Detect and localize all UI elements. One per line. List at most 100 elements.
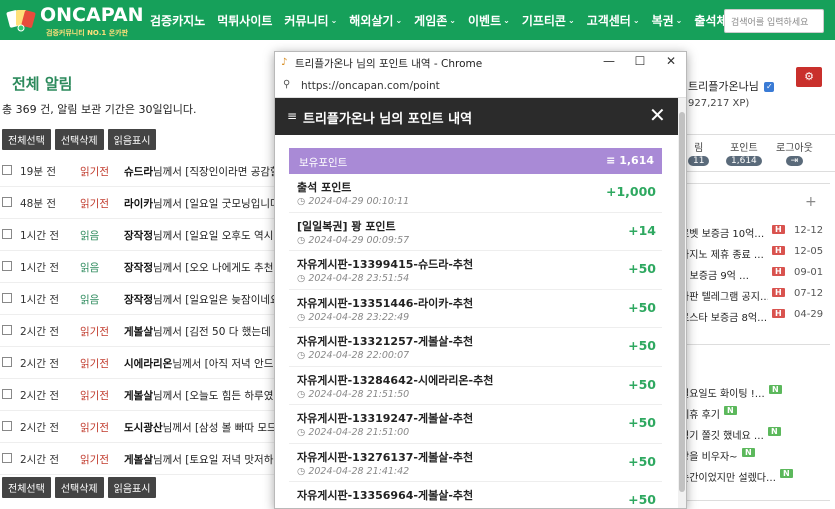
sidebar-notice-item[interactable]: 로스타 보증금 8억… H 04-29 <box>680 306 830 327</box>
divider <box>680 500 830 501</box>
sidebar-notice-item[interactable]: 카지노 제휴 종료 … H 12-05 <box>680 243 830 264</box>
clock-icon: ◷ <box>297 311 306 323</box>
row-message[interactable]: 게볼살님께서 [토요일 저녁 맛저하 <box>124 452 279 467</box>
mark-read-button[interactable]: 읽음표시 <box>107 129 157 150</box>
delete-selected-button[interactable]: 선택삭제 <box>54 129 104 150</box>
row-checkbox[interactable] <box>2 197 12 207</box>
search-input[interactable]: 검색어를 입력하세요 <box>724 9 824 33</box>
close-window-button[interactable]: ✕ <box>661 54 681 68</box>
url-bar[interactable]: ⚲ https://oncapan.com/point <box>275 74 686 98</box>
row-checkbox[interactable] <box>2 421 12 431</box>
sidebar-notice-item[interactable]: 카판 텔레그램 공지… H 07-12 <box>680 285 830 306</box>
stat-memo[interactable]: 림 11 <box>688 139 710 166</box>
sidebar-post-list: 일요일도 화이팅 !… N 제휴 후기 N 경기 쫄깃 했네요 … N 상을 비우자~ N 순간… <box>680 382 830 487</box>
sidebar-post-item[interactable]: 일요일도 화이팅 !… N <box>680 382 830 403</box>
clock-icon: ◷ <box>297 196 306 207</box>
row-author: 장작정 <box>124 262 153 274</box>
sidebar-notice-item[interactable]: 6 보증금 9억 … H 09-01 <box>680 264 830 285</box>
row-checkbox[interactable] <box>2 165 12 175</box>
item-title: 6 보증금 9억 … <box>680 271 750 282</box>
row-message[interactable]: 시에라리온님께서 [아직 저녁 안드 <box>124 356 279 371</box>
row-message[interactable]: 게볼살님께서 [김전 50 다 했는데 고 <box>124 324 279 339</box>
sidebar-post-item[interactable]: 제휴 후기 N <box>680 403 830 424</box>
row-time: 48분 전 <box>20 198 57 210</box>
site-favicon-icon: ♪ <box>281 57 288 68</box>
nav-item[interactable]: 커뮤니티 ⌄ <box>284 12 337 29</box>
chevron-down-icon: ⌄ <box>503 15 510 25</box>
row-message[interactable]: 도시광산님께서 [삼성 볼 빠따 모드 <box>124 420 279 435</box>
sidebar-post-item[interactable]: 경기 쫄깃 했네요 … N <box>680 424 830 445</box>
url-text[interactable]: https://oncapan.com/point <box>301 80 440 92</box>
row-message[interactable]: 게볼살님께서 [오늘도 힘든 하루였 <box>124 388 279 403</box>
point-item-datetime: 2024-04-28 21:51:50 <box>308 388 410 400</box>
chevron-down-icon: ⌄ <box>395 15 403 25</box>
point-item-name: 자유게시판-13321257-게볼살-추천 <box>297 335 474 348</box>
site-info-icon[interactable]: ⚲ <box>283 79 290 90</box>
row-message[interactable]: 장작정님께서 [오오 나에게도 추천 <box>124 260 279 275</box>
window-titlebar: ♪ 트리플가온나 님의 포인트 내역 - Chrome — ☐ ✕ <box>275 52 686 74</box>
settings-gear-button[interactable]: ⚙ <box>796 67 822 87</box>
row-time: 2시간 전 <box>20 326 59 338</box>
nav-item[interactable]: 복권 ⌄ <box>652 12 683 29</box>
nav-item[interactable]: 게임존 ⌄ <box>414 12 456 29</box>
point-item-name: 자유게시판-13319247-게볼살-추천 <box>297 412 474 425</box>
row-read-status: 읽기전 <box>80 390 109 402</box>
cards-logo-icon <box>6 10 36 32</box>
row-checkbox[interactable] <box>2 453 12 463</box>
row-message[interactable]: 라이카님께서 [일요일 굿모닝입니다 <box>124 196 279 211</box>
chevron-down-icon: ⌄ <box>632 15 640 25</box>
hot-badge: H <box>772 246 785 255</box>
nav-item[interactable]: 해외살기 ⌄ <box>349 12 402 29</box>
site-logo[interactable]: ONCAPAN 검증커뮤니티 NO.1 온카판 <box>6 4 144 37</box>
mark-read-button[interactable]: 읽음표시 <box>107 477 157 498</box>
row-read-status: 읽기전 <box>80 166 109 178</box>
row-text: 님께서 [삼성 볼 빠따 모드 <box>162 422 277 434</box>
row-message[interactable]: 슈드라님께서 [직장인이라면 공감할 <box>124 164 279 179</box>
row-read-status: 읽기전 <box>80 454 109 466</box>
delete-selected-button[interactable]: 선택삭제 <box>54 477 104 498</box>
sidebar-post-item[interactable]: 상을 비우자~ N <box>680 445 830 466</box>
nav-item[interactable]: 기프티콘 ⌄ <box>522 12 575 29</box>
row-author: 장작정 <box>124 294 153 306</box>
more-plus-icon[interactable]: + <box>805 194 817 210</box>
item-date: 12-12 <box>794 225 824 236</box>
row-checkbox[interactable] <box>2 325 12 335</box>
maximize-button[interactable]: ☐ <box>630 54 650 68</box>
point-item-value: +50 <box>628 492 656 507</box>
select-all-button[interactable]: 전체선택 <box>2 477 51 498</box>
chevron-down-icon: ⌄ <box>675 15 683 25</box>
nav-item-label: 검증카지노 <box>150 13 206 28</box>
nav-item[interactable]: 이벤트 ⌄ <box>468 12 510 29</box>
close-modal-icon[interactable]: ✕ <box>649 103 666 127</box>
popup-scrollbar-thumb[interactable] <box>679 112 685 492</box>
point-item-datetime: 2024-04-28 23:22:49 <box>308 311 410 323</box>
sidebar-post-item[interactable]: 순간이었지만 설렜다… N <box>680 466 830 487</box>
row-text: 님께서 [일요일 오후도 역시 <box>152 230 274 242</box>
stat-label: 림 <box>694 143 704 154</box>
nav-item[interactable]: 고객센터 ⌄ <box>587 12 640 29</box>
nav-item[interactable]: 먹튀사이트 <box>217 12 272 29</box>
nav-item[interactable]: 검증카지노 <box>150 12 205 29</box>
row-checkbox[interactable] <box>2 229 12 239</box>
item-date: 04-29 <box>794 309 824 320</box>
stat-logout[interactable]: 로그아웃 ⇥ <box>776 139 813 166</box>
row-checkbox[interactable] <box>2 261 12 271</box>
row-read-status: 읽음 <box>80 262 100 274</box>
row-text: 님께서 [김전 50 다 했는데 고 <box>152 326 279 338</box>
point-item-datetime: 2024-04-29 00:10:11 <box>308 196 410 207</box>
holding-points-number: 1,614 <box>619 154 654 167</box>
minimize-button[interactable]: — <box>599 54 619 68</box>
row-text: 님께서 [일요일은 늦잠이네요 <box>152 294 279 306</box>
select-all-button[interactable]: 전체선택 <box>2 129 51 150</box>
point-item-date: ◷ 2024-04-28 21:41:42 <box>297 466 409 477</box>
sidebar-username[interactable]: 트리플가온나님 ✓ <box>688 78 775 94</box>
row-author: 시에라리온 <box>124 358 173 370</box>
row-message[interactable]: 장작정님께서 [일요일 오후도 역시 <box>124 228 279 243</box>
row-message[interactable]: 장작정님께서 [일요일은 늦잠이네요 <box>124 292 279 307</box>
row-checkbox[interactable] <box>2 293 12 303</box>
clock-icon: ◷ <box>297 388 306 400</box>
row-checkbox[interactable] <box>2 389 12 399</box>
stat-point[interactable]: 포인트 1,614 <box>726 139 762 166</box>
row-checkbox[interactable] <box>2 357 12 367</box>
sidebar-notice-item[interactable]: 로벳 보증금 10억… H 12-12 <box>680 222 830 243</box>
